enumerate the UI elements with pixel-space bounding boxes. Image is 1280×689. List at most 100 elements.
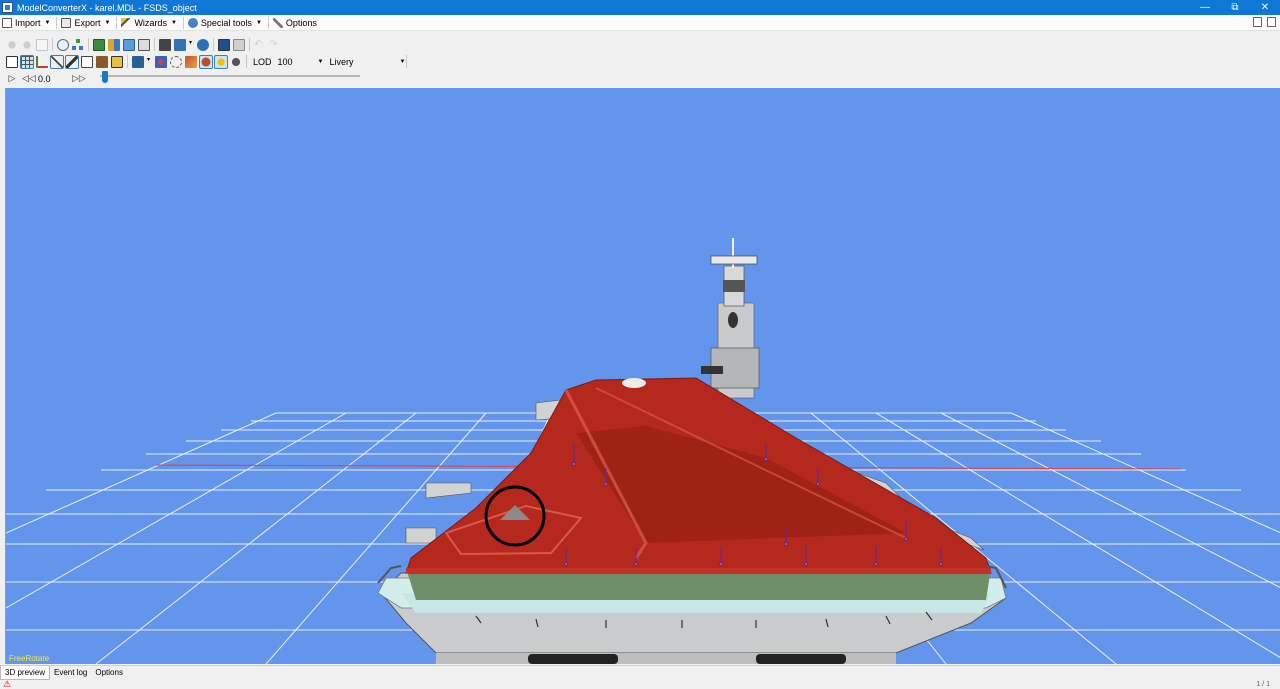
- tab-options[interactable]: Options: [91, 666, 127, 680]
- main-toolbar: ▾ ↶ ↷: [0, 36, 1280, 53]
- toolbar-separator: [127, 55, 128, 68]
- crate-icon[interactable]: [96, 55, 108, 68]
- grid-icon[interactable]: [20, 54, 34, 69]
- restore-icon[interactable]: ⧉: [1220, 0, 1250, 15]
- playback-controls: ▷ ◁◁ 0.0 ▷▷: [6, 73, 88, 84]
- chevron-down-icon: ▼: [170, 19, 177, 26]
- undo-icon[interactable]: ↶: [254, 39, 266, 51]
- effects-icon[interactable]: [155, 55, 167, 68]
- title-bar: ModelConverterX - karel.MDL - FSDS_objec…: [0, 0, 1280, 15]
- forward-arrow-icon[interactable]: [21, 38, 33, 51]
- chevron-down-icon: ▼: [104, 19, 111, 26]
- tab-event-log[interactable]: Event log: [50, 666, 91, 680]
- menu-bar: Import ▼ Export ▼ Wizards ▼ Special tool…: [0, 15, 1280, 31]
- close-icon[interactable]: ✕: [1250, 0, 1280, 15]
- menu-wizards-label: Wizards: [134, 17, 167, 28]
- menu-right-icons: [1253, 17, 1276, 27]
- wand-icon: [121, 17, 132, 28]
- fast-forward-icon[interactable]: ▷▷: [72, 73, 86, 84]
- flight-deck: [405, 377, 992, 574]
- shaded-icon[interactable]: [199, 54, 213, 69]
- minimize-icon[interactable]: —: [1190, 0, 1220, 15]
- axis-icon[interactable]: [36, 55, 48, 68]
- toolbar-separator: [246, 55, 247, 68]
- scene-icon[interactable]: [174, 38, 186, 51]
- chevron-down-icon: ▼: [255, 19, 262, 26]
- ship-island: [701, 238, 760, 399]
- lod-label: LOD: [253, 56, 272, 67]
- monitor-icon[interactable]: [218, 38, 230, 51]
- menu-export[interactable]: Export ▼: [59, 15, 114, 31]
- app-icon: [2, 2, 13, 13]
- normals-icon[interactable]: [65, 54, 79, 69]
- list-icon[interactable]: [233, 38, 245, 51]
- render-toolbar: ▾ LOD 100 ▼ Livery ▼: [0, 53, 1280, 70]
- toolbar-separator: [213, 38, 214, 51]
- image-icon[interactable]: [138, 38, 150, 51]
- window-controls: — ⧉ ✕: [1190, 0, 1280, 15]
- toolbar-separator: [52, 38, 53, 51]
- cube-icon[interactable]: [185, 55, 197, 68]
- link-icon[interactable]: [197, 38, 209, 51]
- page-indicator: 1 / 1: [1256, 681, 1270, 688]
- animation-slider-thumb[interactable]: [102, 71, 108, 83]
- dropdown-small-icon[interactable]: ▾: [189, 39, 194, 51]
- dropdown-small-icon[interactable]: ▾: [147, 56, 152, 68]
- wireframe-icon[interactable]: [50, 54, 64, 69]
- material-icon[interactable]: [108, 38, 120, 51]
- menu-import-label: Import: [15, 17, 41, 28]
- menu-separator: [116, 16, 118, 29]
- menu-import[interactable]: Import ▼: [0, 15, 54, 31]
- globe-icon[interactable]: [230, 55, 242, 68]
- play-icon[interactable]: ▷: [6, 73, 18, 84]
- lod-value: 100: [277, 56, 293, 67]
- menu-separator: [267, 16, 269, 29]
- bounding-box-icon[interactable]: [81, 55, 93, 68]
- camera-mode-label: FreeRotate: [9, 654, 50, 663]
- toolbar-separator: [249, 38, 250, 51]
- lod-select[interactable]: 100 ▼: [278, 55, 324, 68]
- film-icon[interactable]: [159, 38, 171, 51]
- page-icon[interactable]: [36, 38, 48, 51]
- livery-select[interactable]: Livery ▼: [329, 55, 405, 68]
- toolbar-separator: [88, 38, 89, 51]
- chevron-down-icon: ▼: [44, 19, 51, 26]
- toolbar-separator: [154, 38, 155, 51]
- chevron-down-icon: ▼: [399, 58, 406, 65]
- layers-icon[interactable]: [123, 38, 135, 51]
- menu-separator: [56, 16, 58, 29]
- gear-settings-icon[interactable]: [170, 55, 182, 68]
- frame-icon[interactable]: [111, 55, 123, 68]
- menu-special-tools[interactable]: Special tools ▼: [186, 15, 266, 31]
- camera-icon[interactable]: [132, 55, 144, 68]
- menu-export-label: Export: [74, 17, 101, 28]
- menu-options-label: Options: [285, 17, 317, 28]
- 3d-viewport[interactable]: FreeRotate: [5, 88, 1280, 664]
- toolbar-separator: [406, 55, 408, 68]
- light-icon[interactable]: [214, 54, 228, 69]
- export-icon: [61, 17, 72, 28]
- frame-value: 0.0: [38, 73, 51, 84]
- chevron-down-icon: ▼: [317, 58, 324, 65]
- bottom-tabs: 3D preview Event log Options: [0, 665, 1280, 680]
- menu-special-tools-label: Special tools: [200, 17, 252, 28]
- back-arrow-icon[interactable]: [6, 38, 18, 51]
- menu-separator: [182, 16, 184, 29]
- hierarchy-icon[interactable]: [72, 38, 84, 51]
- magnifier-icon[interactable]: [57, 38, 69, 51]
- animation-toolbar: ▷ ◁◁ 0.0 ▷▷: [0, 70, 1280, 87]
- fit-view-icon[interactable]: [6, 55, 18, 68]
- menu-wizards[interactable]: Wizards ▼: [119, 15, 180, 31]
- viewport-scene: [6, 238, 1280, 664]
- tab-3d-preview[interactable]: 3D preview: [0, 666, 51, 680]
- animation-slider-track[interactable]: [100, 75, 360, 77]
- menu-options[interactable]: Options: [271, 15, 321, 31]
- status-bar: ⚠ 1 / 1: [0, 680, 1280, 689]
- redo-icon[interactable]: ↷: [269, 39, 281, 51]
- rewind-icon[interactable]: ◁◁: [22, 73, 36, 84]
- panel-icon[interactable]: [1267, 17, 1276, 27]
- livery-value: Livery: [329, 56, 354, 67]
- texture-icon[interactable]: [93, 38, 105, 51]
- warning-icon[interactable]: ⚠: [3, 680, 11, 689]
- document-icon[interactable]: [1253, 17, 1262, 27]
